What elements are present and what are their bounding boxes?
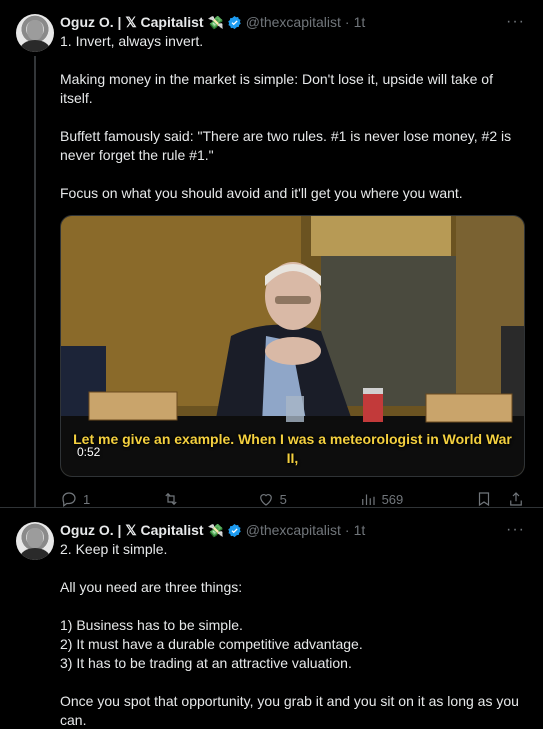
money-emoji: 💸	[207, 14, 224, 30]
tweet-text: 1. Invert, always invert. Making money i…	[60, 32, 529, 203]
tweet-line: 3) It has to be trading at an attractive…	[60, 655, 352, 671]
tweet-text: 2. Keep it simple. All you need are thre…	[60, 540, 529, 729]
views-button[interactable]: 569	[359, 490, 404, 509]
avatar[interactable]	[16, 522, 54, 560]
like-button[interactable]: 5	[257, 490, 287, 509]
tweet-line: Making money in the market is simple: Do…	[60, 71, 493, 106]
avatar[interactable]	[16, 14, 54, 52]
video-player[interactable]: Let me give an example. When I was a met…	[60, 215, 525, 477]
video-caption: Let me give an example. When I was a met…	[73, 431, 512, 466]
more-icon[interactable]: ···	[506, 12, 525, 31]
reply-button[interactable]: 1	[60, 490, 90, 509]
tweet-line: 1) Business has to be simple.	[60, 617, 243, 633]
views-icon	[361, 494, 375, 505]
tweet-line: Buffett famously said: "There are two ru…	[60, 128, 512, 163]
tweet-time[interactable]: 1t	[354, 521, 366, 540]
bookmark-icon	[478, 492, 490, 507]
share-icon	[510, 492, 522, 506]
video-timestamp: 0:52	[77, 445, 101, 459]
author-handle[interactable]: @thexcapitalist	[246, 13, 341, 32]
author-name[interactable]: Oguz O. | 𝕏 Capitalist	[60, 521, 204, 540]
reply-count: 1	[83, 491, 91, 507]
tweet-2[interactable]: ··· Oguz O. | 𝕏 Capitalist 💸 @thexcapita…	[0, 508, 543, 729]
money-emoji: 💸	[207, 522, 224, 538]
reply-icon	[62, 492, 76, 507]
tweet-1[interactable]: ··· Oguz O. | 𝕏 Capitalist 💸 @thexcapita…	[0, 0, 543, 508]
tweet-line: 2. Keep it simple.	[60, 541, 168, 557]
like-icon	[259, 494, 272, 506]
retweet-icon	[165, 492, 177, 506]
tweet-line: Once you spot that opportunity, you grab…	[60, 693, 519, 728]
retweet-button[interactable]	[162, 490, 185, 508]
bookmark-button[interactable]	[475, 490, 493, 508]
tweet-time[interactable]: 1t	[354, 13, 366, 32]
verified-badge-icon	[227, 15, 241, 29]
separator-dot: ·	[344, 521, 350, 538]
author-handle[interactable]: @thexcapitalist	[246, 521, 341, 540]
tweet-line: All you need are three things:	[60, 579, 243, 595]
verified-badge-icon	[227, 523, 241, 537]
tweet-line: Focus on what you should avoid and it'll…	[60, 185, 463, 201]
author-name[interactable]: Oguz O. | 𝕏 Capitalist	[60, 13, 204, 32]
more-icon[interactable]: ···	[506, 520, 525, 539]
share-button[interactable]	[507, 490, 525, 508]
thread-line	[34, 56, 36, 508]
separator-dot: ·	[344, 13, 350, 30]
tweet-line: 1. Invert, always invert.	[60, 33, 204, 49]
tweet-header: Oguz O. | 𝕏 Capitalist 💸 @thexcapitalist…	[60, 520, 529, 540]
like-count: 5	[279, 491, 287, 507]
views-count: 569	[381, 491, 404, 507]
tweet-line: 2) It must have a durable competitive ad…	[60, 636, 363, 652]
tweet-header: Oguz O. | 𝕏 Capitalist 💸 @thexcapitalist…	[60, 12, 529, 32]
